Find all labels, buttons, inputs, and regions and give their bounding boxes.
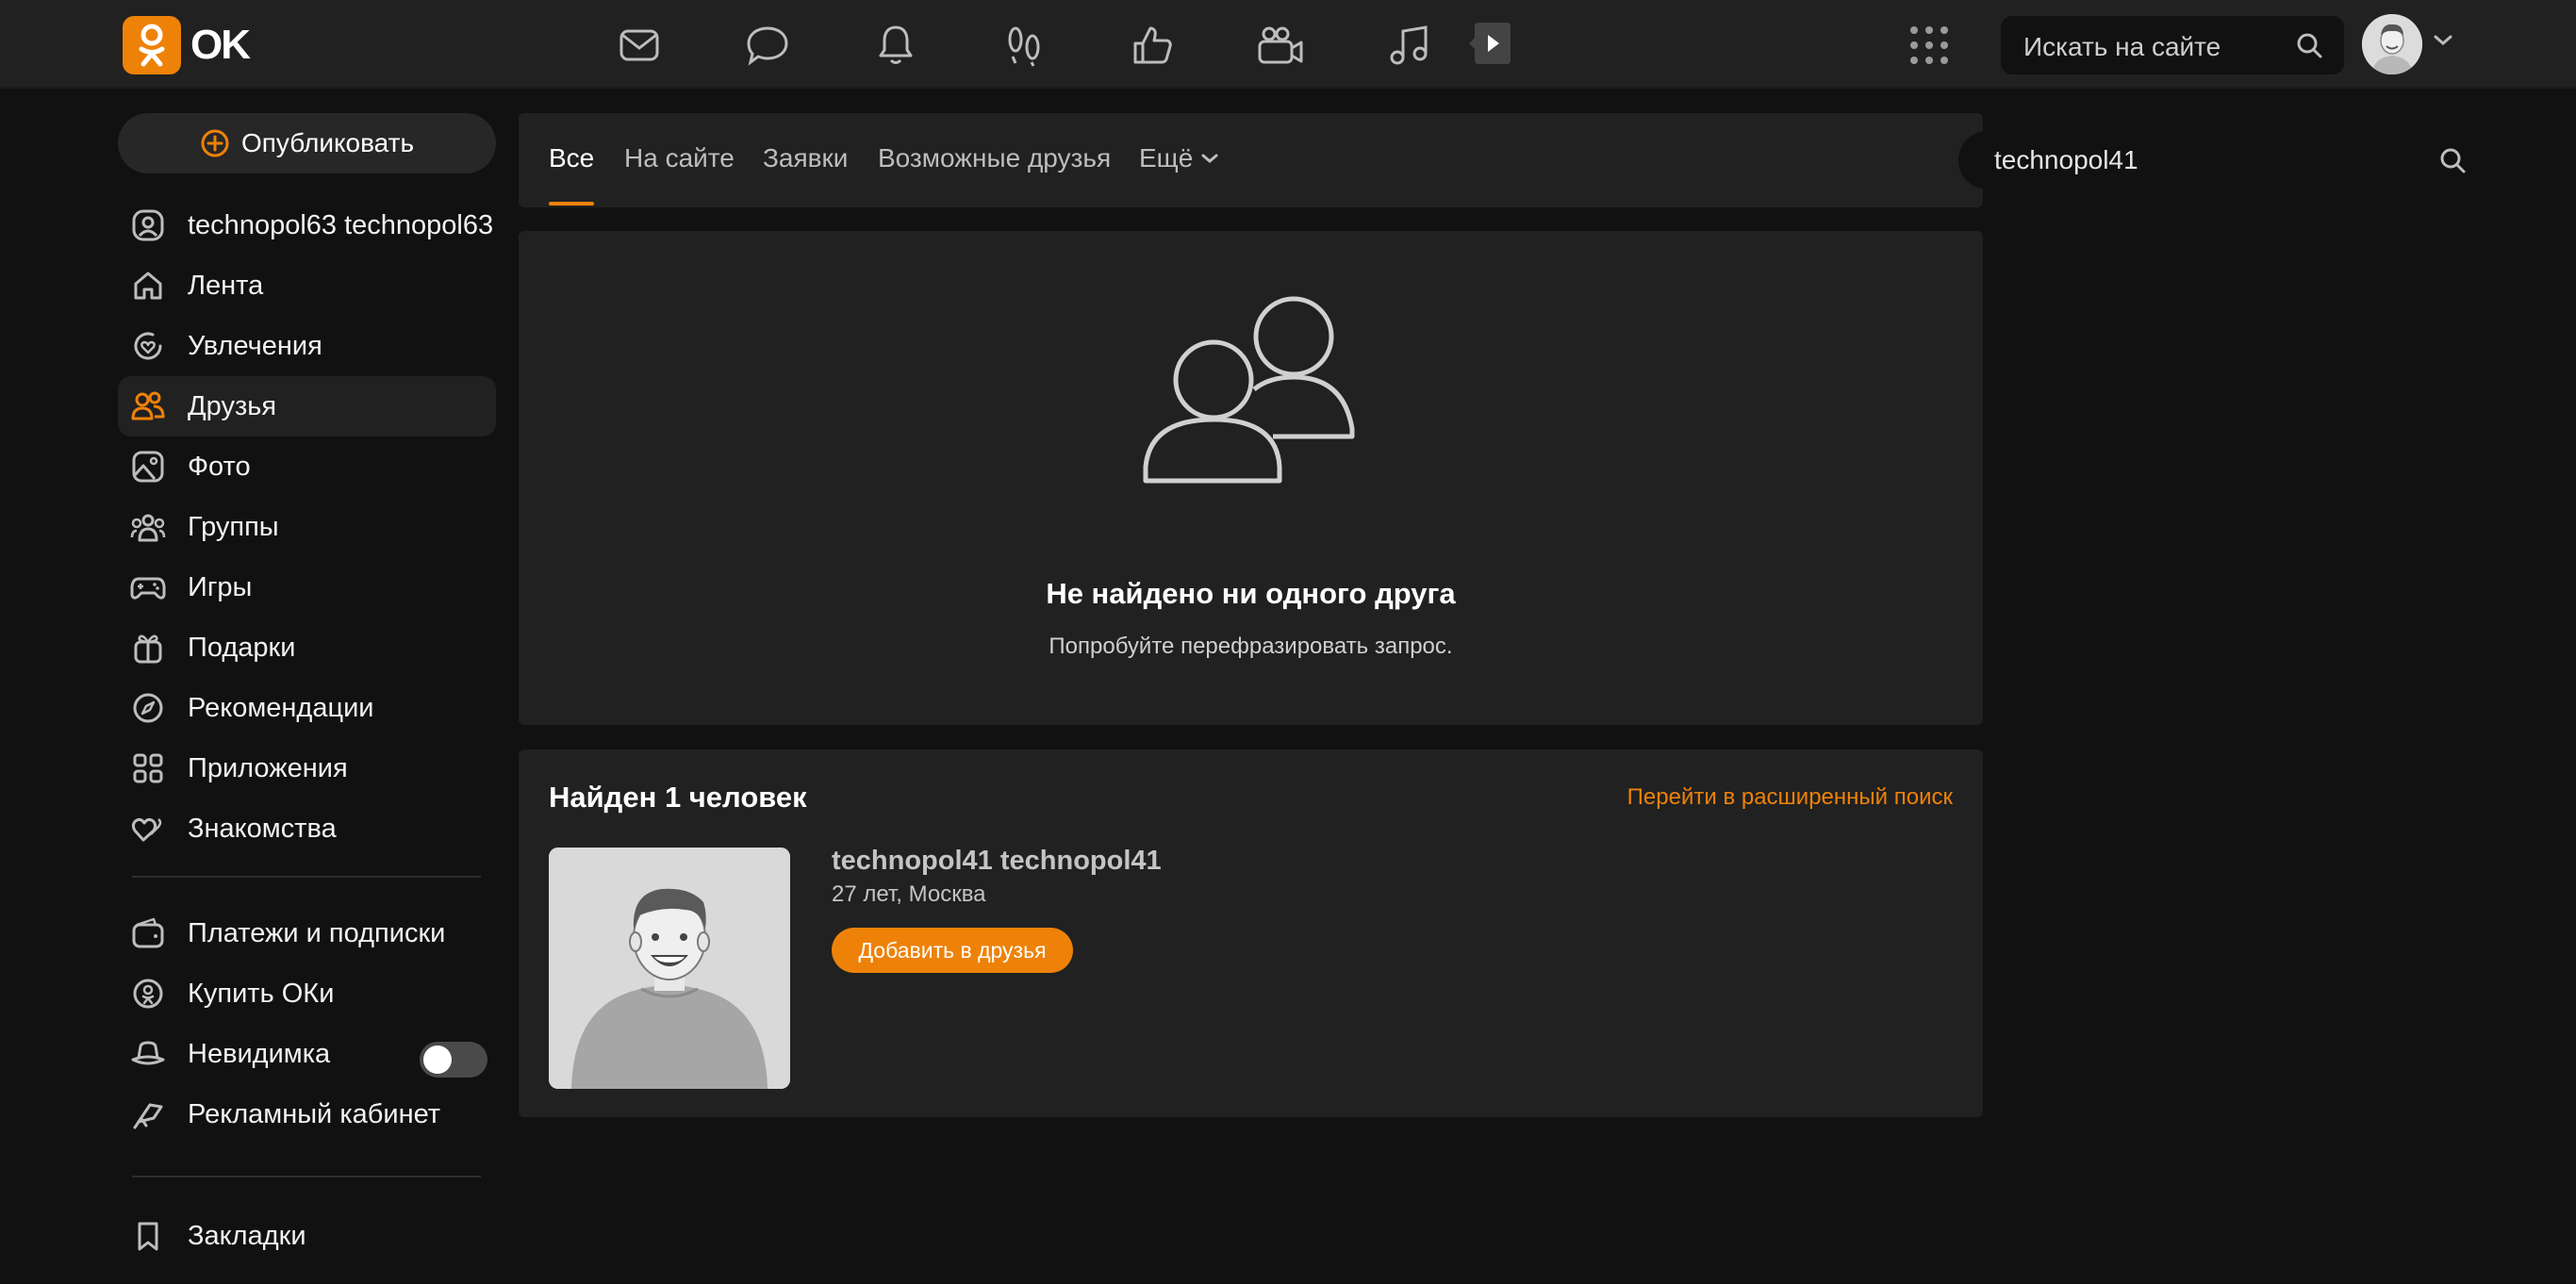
sidebar-item-label: Подарки — [188, 632, 296, 663]
sidebar-item-label: Фото — [188, 451, 251, 482]
sidebar-item-photo[interactable]: Фото — [118, 436, 496, 497]
site-search-placeholder: Искать на сайте — [2023, 32, 2221, 61]
site-search-input[interactable]: Искать на сайте — [2001, 16, 2344, 74]
toggle-knob — [423, 1045, 452, 1074]
sidebar-item-label: Знакомства — [188, 813, 337, 844]
sidebar-item-label: technopol63 technopol63 — [188, 209, 494, 240]
invisible-hat-icon — [129, 1035, 167, 1073]
music-icon[interactable] — [1384, 21, 1433, 70]
tab-all[interactable]: Все — [549, 143, 594, 173]
chevron-down-icon[interactable] — [2433, 34, 2453, 47]
compass-icon — [129, 689, 167, 727]
footprints-icon[interactable] — [999, 21, 1049, 70]
sidebar-item-games[interactable]: Игры — [118, 557, 496, 617]
sidebar-item-label: Друзья — [188, 390, 277, 421]
gift-icon — [129, 629, 167, 667]
sidebar-item-groups[interactable]: Группы — [118, 497, 496, 557]
sidebar-item-label: Приложения — [188, 752, 348, 783]
friend-search-field[interactable] — [1958, 131, 2485, 189]
video-play-icon[interactable] — [1461, 21, 1512, 66]
search-icon[interactable] — [2295, 31, 2323, 59]
apps-icon — [129, 749, 167, 787]
video-camera-icon[interactable] — [1256, 21, 1305, 70]
tab-more-label: Ещё — [1139, 143, 1194, 173]
publish-button[interactable]: Опубликовать — [118, 113, 496, 173]
sidebar-item-label: Лента — [188, 270, 264, 301]
sidebar-item-feed[interactable]: Лента — [118, 255, 496, 316]
ok-logo[interactable]: OK — [123, 16, 251, 74]
apps-grid-icon[interactable] — [1907, 23, 1952, 68]
dating-icon — [129, 810, 167, 848]
empty-state-title: Не найдено ни одного друга — [1046, 577, 1456, 610]
sidebar-divider — [132, 876, 481, 878]
add-friend-button[interactable]: Добавить в друзья — [832, 928, 1073, 973]
wallet-icon — [129, 914, 167, 952]
sidebar-item-label: Невидимка — [188, 1038, 331, 1069]
sidebar-item-label: Увлечения — [188, 330, 322, 361]
search-icon[interactable] — [2438, 146, 2467, 174]
mail-icon[interactable] — [615, 21, 664, 70]
sidebar-item-profile[interactable]: technopol63 technopol63 — [118, 195, 496, 255]
avatar[interactable] — [2362, 14, 2422, 74]
sidebar-item-gifts[interactable]: Подарки — [118, 617, 496, 678]
empty-state-card: Не найдено ни одного друга Попробуйте пе… — [519, 231, 1983, 725]
heart-circle-icon — [129, 327, 167, 365]
person-name[interactable]: technopol41 technopol41 — [832, 846, 1162, 877]
publish-label: Опубликовать — [240, 128, 415, 157]
logo-text: OK — [190, 22, 251, 68]
friends-icon — [129, 387, 167, 425]
home-icon — [129, 267, 167, 305]
tab-more[interactable]: Ещё — [1139, 143, 1219, 173]
bookmark-icon — [129, 1217, 167, 1255]
sidebar-item-label: Группы — [188, 511, 279, 542]
empty-state-subtitle: Попробуйте перефразировать запрос. — [1049, 634, 1453, 659]
invisible-toggle[interactable] — [420, 1042, 487, 1078]
ok-logo-icon — [123, 16, 181, 74]
tab-possible-friends[interactable]: Возможные друзья — [878, 143, 1111, 173]
friends-empty-illustration-icon — [1141, 288, 1367, 495]
profile-icon — [129, 206, 167, 244]
search-results-card: Найден 1 человек Перейти в расширенный п… — [519, 749, 1983, 1117]
like-icon[interactable] — [1128, 21, 1177, 70]
advanced-search-link[interactable]: Перейти в расширенный поиск — [1627, 784, 1953, 811]
sidebar-item-recommendations[interactable]: Рекомендации — [118, 678, 496, 738]
sidebar-item-ads[interactable]: Рекламный кабинет — [118, 1084, 496, 1144]
chat-icon[interactable] — [743, 21, 792, 70]
top-bar: OK Искать на сайте — [0, 0, 2576, 89]
person-avatar[interactable] — [549, 848, 790, 1089]
groups-icon — [129, 508, 167, 546]
sidebar-item-label: Рекомендации — [188, 692, 374, 723]
sidebar-item-payments[interactable]: Платежи и подписки — [118, 903, 496, 963]
sidebar-item-dating[interactable]: Знакомства — [118, 798, 496, 859]
sidebar-item-hobbies[interactable]: Увлечения — [118, 316, 496, 376]
tab-online[interactable]: На сайте — [624, 143, 735, 173]
sidebar-item-label: Рекламный кабинет — [188, 1098, 441, 1129]
sidebar-item-buy-oks[interactable]: Купить ОКи — [118, 963, 496, 1024]
gamepad-icon — [129, 568, 167, 606]
sidebar-item-bookmarks[interactable]: Закладки — [118, 1206, 496, 1266]
results-title: Найден 1 человек — [549, 781, 807, 814]
sidebar-item-apps[interactable]: Приложения — [118, 738, 496, 798]
sidebar-item-label: Купить ОКи — [188, 978, 335, 1009]
photo-icon — [129, 448, 167, 486]
sidebar-item-label: Закладки — [188, 1220, 306, 1251]
active-tab-indicator — [549, 202, 594, 206]
megaphone-icon — [129, 1095, 167, 1133]
person-age-city: 27 лет, Москва — [832, 881, 986, 907]
coin-icon — [129, 975, 167, 1012]
plus-circle-icon — [200, 128, 230, 158]
sidebar-item-label: Платежи и подписки — [188, 917, 446, 948]
chevron-down-icon — [1200, 153, 1219, 164]
friends-tabs-bar: Все На сайте Заявки Возможные друзья Ещё — [519, 113, 2485, 207]
tab-requests[interactable]: Заявки — [763, 143, 848, 173]
friend-search-input[interactable] — [1994, 131, 2409, 189]
bell-icon[interactable] — [871, 21, 920, 70]
sidebar-item-label: Игры — [188, 571, 253, 602]
sidebar-divider — [132, 1176, 481, 1177]
sidebar-item-friends[interactable]: Друзья — [118, 376, 496, 436]
